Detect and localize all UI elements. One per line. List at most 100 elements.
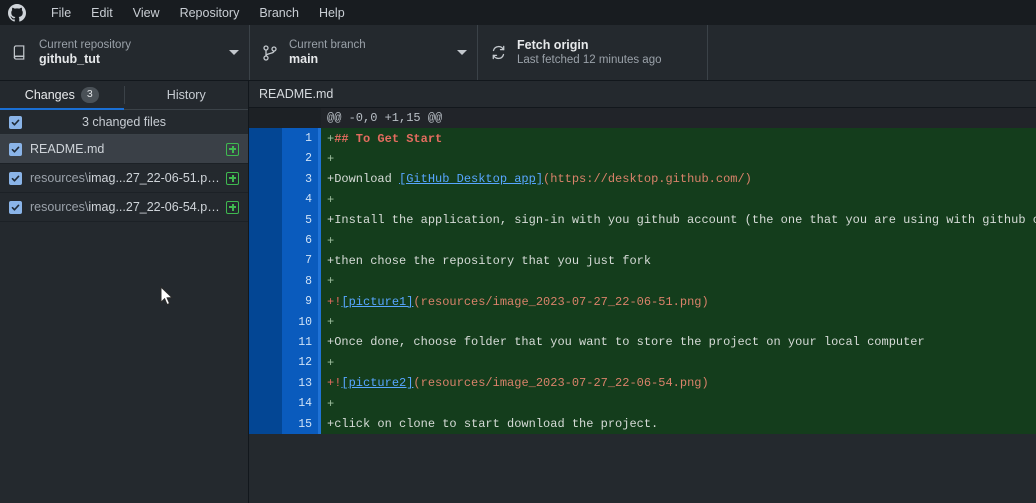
- toolbar-empty-area: [708, 25, 1036, 80]
- diff-line-number: 3: [282, 169, 318, 190]
- diff-line-text: +click on clone to start download the pr…: [321, 413, 1036, 435]
- sidebar-empty-area: [0, 222, 248, 503]
- diff-line[interactable]: 8 +: [249, 271, 1036, 292]
- diff-hunk-header: @@ -0,0 +1,15 @@: [249, 108, 1036, 129]
- file-list-item[interactable]: resources\imag...27_22-06-54.png: [0, 193, 248, 222]
- diff-line-number: 7: [282, 250, 318, 272]
- branch-icon: [260, 44, 280, 61]
- diff-line-number: 4: [282, 189, 318, 210]
- file-include-checkbox[interactable]: [9, 200, 22, 214]
- diff-line-number: 12: [282, 352, 318, 374]
- file-list-item[interactable]: README.md: [0, 135, 248, 164]
- diff-line-number: 1: [282, 128, 318, 149]
- diff-token-plus: +: [327, 192, 335, 207]
- diff-line-number: 6: [282, 230, 318, 251]
- diff-line-number: 2: [282, 148, 318, 170]
- diff-line[interactable]: 4 +: [249, 189, 1036, 210]
- diff-token-punct: +Download: [327, 172, 400, 187]
- diff-gutter-marker[interactable]: [249, 271, 282, 292]
- diff-line[interactable]: 5 +Install the application, sign-in with …: [249, 209, 1036, 231]
- menu-item-view[interactable]: View: [124, 4, 169, 22]
- tab-changes[interactable]: Changes 3: [0, 81, 124, 110]
- diff-token-link: [picture2]: [341, 376, 414, 391]
- diff-line-text: +: [321, 148, 1036, 170]
- diff-token-bang: +!: [327, 294, 342, 309]
- diff-gutter-marker[interactable]: [249, 373, 282, 394]
- diff-gutter-marker: [249, 108, 282, 129]
- menu-item-help[interactable]: Help: [310, 4, 354, 22]
- diff-token-punct: +then chose the repository that you just…: [327, 253, 652, 268]
- diff-token-plus: +: [327, 355, 335, 370]
- diff-gutter-marker[interactable]: [249, 311, 282, 333]
- diff-token-bang: +!: [327, 376, 342, 391]
- current-repository-button[interactable]: Current repository github_tut: [0, 25, 250, 80]
- diff-line-text: +Download [GitHub Desktop app] (https://d…: [321, 169, 1036, 190]
- menu-bar: File Edit View Repository Branch Help: [0, 0, 1036, 25]
- diff-line[interactable]: 12 +: [249, 352, 1036, 374]
- diff-line[interactable]: 15 +click on clone to start download the …: [249, 413, 1036, 435]
- file-list-item[interactable]: resources\imag...27_22-06-51.png: [0, 164, 248, 193]
- current-branch-button[interactable]: Current branch main: [250, 25, 478, 80]
- diff-gutter-marker[interactable]: [249, 413, 282, 435]
- diff-lines: @@ -0,0 +1,15 @@ 1 + ## To Get Start 2 +3 +Dow…: [249, 108, 1036, 435]
- diff-gutter-marker[interactable]: [249, 352, 282, 374]
- diff-gutter-marker[interactable]: [249, 393, 282, 414]
- diff-token-punct: +Once done, choose folder that you want …: [327, 335, 925, 350]
- file-path-label: resources\imag...27_22-06-51.png: [30, 171, 220, 185]
- chevron-down-icon: [457, 50, 467, 55]
- file-include-checkbox[interactable]: [9, 171, 22, 185]
- diff-line[interactable]: 14 +: [249, 393, 1036, 414]
- menu-item-edit[interactable]: Edit: [82, 4, 122, 22]
- toolbar: Current repository github_tut Current br…: [0, 25, 1036, 81]
- changed-file-list: README.md resources\imag...27_22-06-51.pn…: [0, 135, 248, 222]
- diff-line[interactable]: 13 +! [picture2] (resources/image_2023-07-2…: [249, 373, 1036, 394]
- menu-item-branch[interactable]: Branch: [250, 4, 308, 22]
- menu-item-file[interactable]: File: [42, 4, 80, 22]
- diff-line[interactable]: 11 +Once done, choose folder that you wan…: [249, 332, 1036, 353]
- diff-line[interactable]: 10 +: [249, 311, 1036, 333]
- diff-token-plus: +: [327, 151, 335, 166]
- diff-gutter-marker[interactable]: [249, 169, 282, 190]
- diff-token-punct: +click on clone to start download the pr…: [327, 417, 659, 432]
- diff-line[interactable]: 6 +: [249, 230, 1036, 251]
- diff-token-plus: +: [327, 233, 335, 248]
- diff-line[interactable]: 9 +! [picture1] (resources/image_2023-07-27…: [249, 291, 1036, 312]
- diff-line-text: +! [picture2] (resources/image_2023-07-27_…: [321, 373, 1036, 394]
- diff-line[interactable]: 2 +: [249, 148, 1036, 170]
- file-include-checkbox[interactable]: [9, 142, 22, 156]
- diff-body[interactable]: @@ -0,0 +1,15 @@ 1 + ## To Get Start 2 +3 +Dow…: [249, 108, 1036, 503]
- tab-history-label: History: [166, 88, 206, 102]
- diff-pane: README.md @@ -0,0 +1,15 @@ 1 + ## To Get St…: [249, 81, 1036, 503]
- fetch-origin-button[interactable]: Fetch origin Last fetched 12 minutes ago: [478, 25, 708, 80]
- diff-line[interactable]: 7 +then chose the repository that you jus…: [249, 250, 1036, 272]
- select-all-checkbox[interactable]: [9, 115, 22, 129]
- diff-file-title: README.md: [249, 81, 1036, 108]
- diff-line-number: 10: [282, 311, 318, 333]
- diff-line-text: +! [picture1] (resources/image_2023-07-27_…: [321, 291, 1036, 312]
- fetch-origin-title: Fetch origin: [517, 37, 589, 52]
- diff-gutter-marker[interactable]: [249, 189, 282, 210]
- diff-token-link: [GitHub Desktop app]: [399, 172, 544, 187]
- changes-sidebar: Changes 3 History 3 changed files README…: [0, 81, 249, 503]
- diff-line[interactable]: 1 + ## To Get Start: [249, 128, 1036, 149]
- diff-line[interactable]: 3 +Download [GitHub Desktop app] (https://…: [249, 169, 1036, 190]
- tab-history[interactable]: History: [125, 81, 249, 109]
- menu-item-repository[interactable]: Repository: [171, 4, 249, 22]
- file-added-icon: [226, 142, 239, 156]
- diff-line-number: 11: [282, 332, 318, 353]
- diff-token-url: (resources/image_2023-07-27_22-06-54.png…: [413, 376, 709, 391]
- diff-gutter-marker[interactable]: [249, 230, 282, 251]
- tab-changes-badge: 3: [80, 87, 99, 103]
- file-added-icon: [226, 171, 239, 185]
- diff-line-text: +: [321, 230, 1036, 251]
- diff-gutter-marker[interactable]: [249, 148, 282, 170]
- diff-line-text: +: [321, 271, 1036, 292]
- diff-line-text: +: [321, 189, 1036, 210]
- diff-gutter-marker[interactable]: [249, 291, 282, 312]
- diff-gutter-marker[interactable]: [249, 128, 282, 149]
- diff-gutter-marker[interactable]: [249, 332, 282, 353]
- diff-gutter-marker[interactable]: [249, 209, 282, 231]
- diff-gutter-marker[interactable]: [249, 250, 282, 272]
- changed-files-count: 3 changed files: [81, 115, 167, 129]
- diff-line-number: 14: [282, 393, 318, 414]
